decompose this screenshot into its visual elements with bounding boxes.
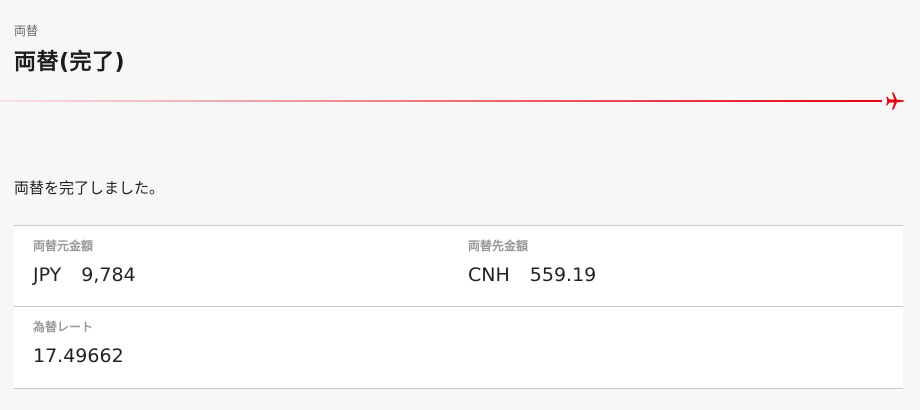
amounts-row: 両替元金額 JPY 9,784 両替先金額 CNH 559.19 [14,226,903,307]
source-currency: JPY [33,264,62,286]
exchange-rate-value: 17.49662 [33,345,124,367]
destination-amount: 559.19 [529,264,597,286]
source-amount: 9,784 [81,264,136,286]
source-amount-value: JPY 9,784 [33,264,136,286]
exchange-result-card: 両替元金額 JPY 9,784 両替先金額 CNH 559.19 為替レート 17.… [14,225,903,389]
page-title: 両替(完了) [14,50,126,75]
exchange-rate-label: 為替レート [33,320,94,334]
source-amount-label: 両替元金額 [33,239,94,253]
destination-amount-value: CNH 559.19 [468,264,596,286]
airplane-icon [886,92,905,110]
destination-currency: CNH [468,264,510,286]
completion-message: 両替を完了しました。 [14,179,165,197]
rate-row: 為替レート 17.49662 [14,307,903,387]
breadcrumb: 両替 [14,24,39,38]
progress-line [0,100,882,102]
destination-amount-label: 両替先金額 [468,239,529,253]
